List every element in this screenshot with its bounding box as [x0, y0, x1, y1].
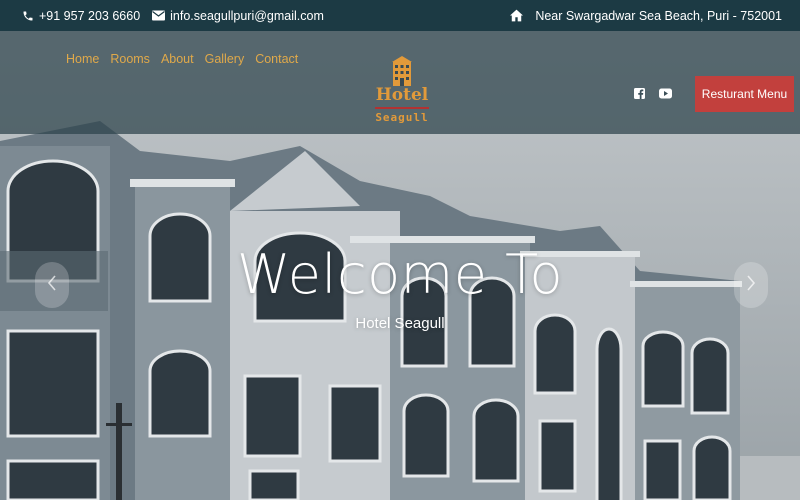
carousel-prev-button[interactable]	[35, 262, 69, 308]
envelope-icon	[152, 10, 166, 21]
main-nav: Home Rooms About Gallery Contact	[66, 52, 298, 66]
nav-rooms[interactable]: Rooms	[110, 52, 150, 66]
address-text: Near Swargadwar Sea Beach, Puri - 752001	[535, 8, 782, 23]
phone-contact[interactable]: +91 957 203 6660	[22, 9, 140, 23]
hero-subtitle: Hotel Seagull	[355, 315, 445, 332]
nav-gallery[interactable]: Gallery	[205, 52, 245, 66]
hotel-building-icon	[392, 56, 412, 86]
carousel-next-button[interactable]	[734, 262, 768, 308]
home-icon	[509, 9, 524, 22]
address-info: Near Swargadwar Sea Beach, Puri - 752001	[509, 9, 782, 23]
chevron-left-icon	[47, 274, 57, 296]
phone-number: +91 957 203 6660	[39, 8, 141, 23]
nav-home[interactable]: Home	[66, 52, 99, 66]
logo-divider	[375, 107, 429, 109]
logo-text-seagull: Seagull	[375, 111, 429, 124]
email-address: info.seagullpuri@gmail.com	[170, 8, 324, 23]
logo-text-hotel: Hotel	[375, 85, 429, 105]
top-contact-bar: +91 957 203 6660 info.seagullpuri@gmail.…	[0, 0, 800, 31]
email-contact[interactable]: info.seagullpuri@gmail.com	[152, 9, 324, 23]
chevron-right-icon	[746, 274, 756, 296]
nav-contact[interactable]: Contact	[255, 52, 298, 66]
social-links	[634, 86, 672, 104]
restaurant-menu-button[interactable]: Resturant Menu	[695, 76, 794, 112]
facebook-icon[interactable]	[634, 86, 645, 104]
phone-icon	[22, 10, 34, 22]
nav-about[interactable]: About	[161, 52, 194, 66]
youtube-icon[interactable]	[659, 86, 672, 104]
hero-title: Welcome To	[236, 243, 564, 306]
hotel-logo[interactable]: Hotel Seagull	[372, 56, 432, 130]
